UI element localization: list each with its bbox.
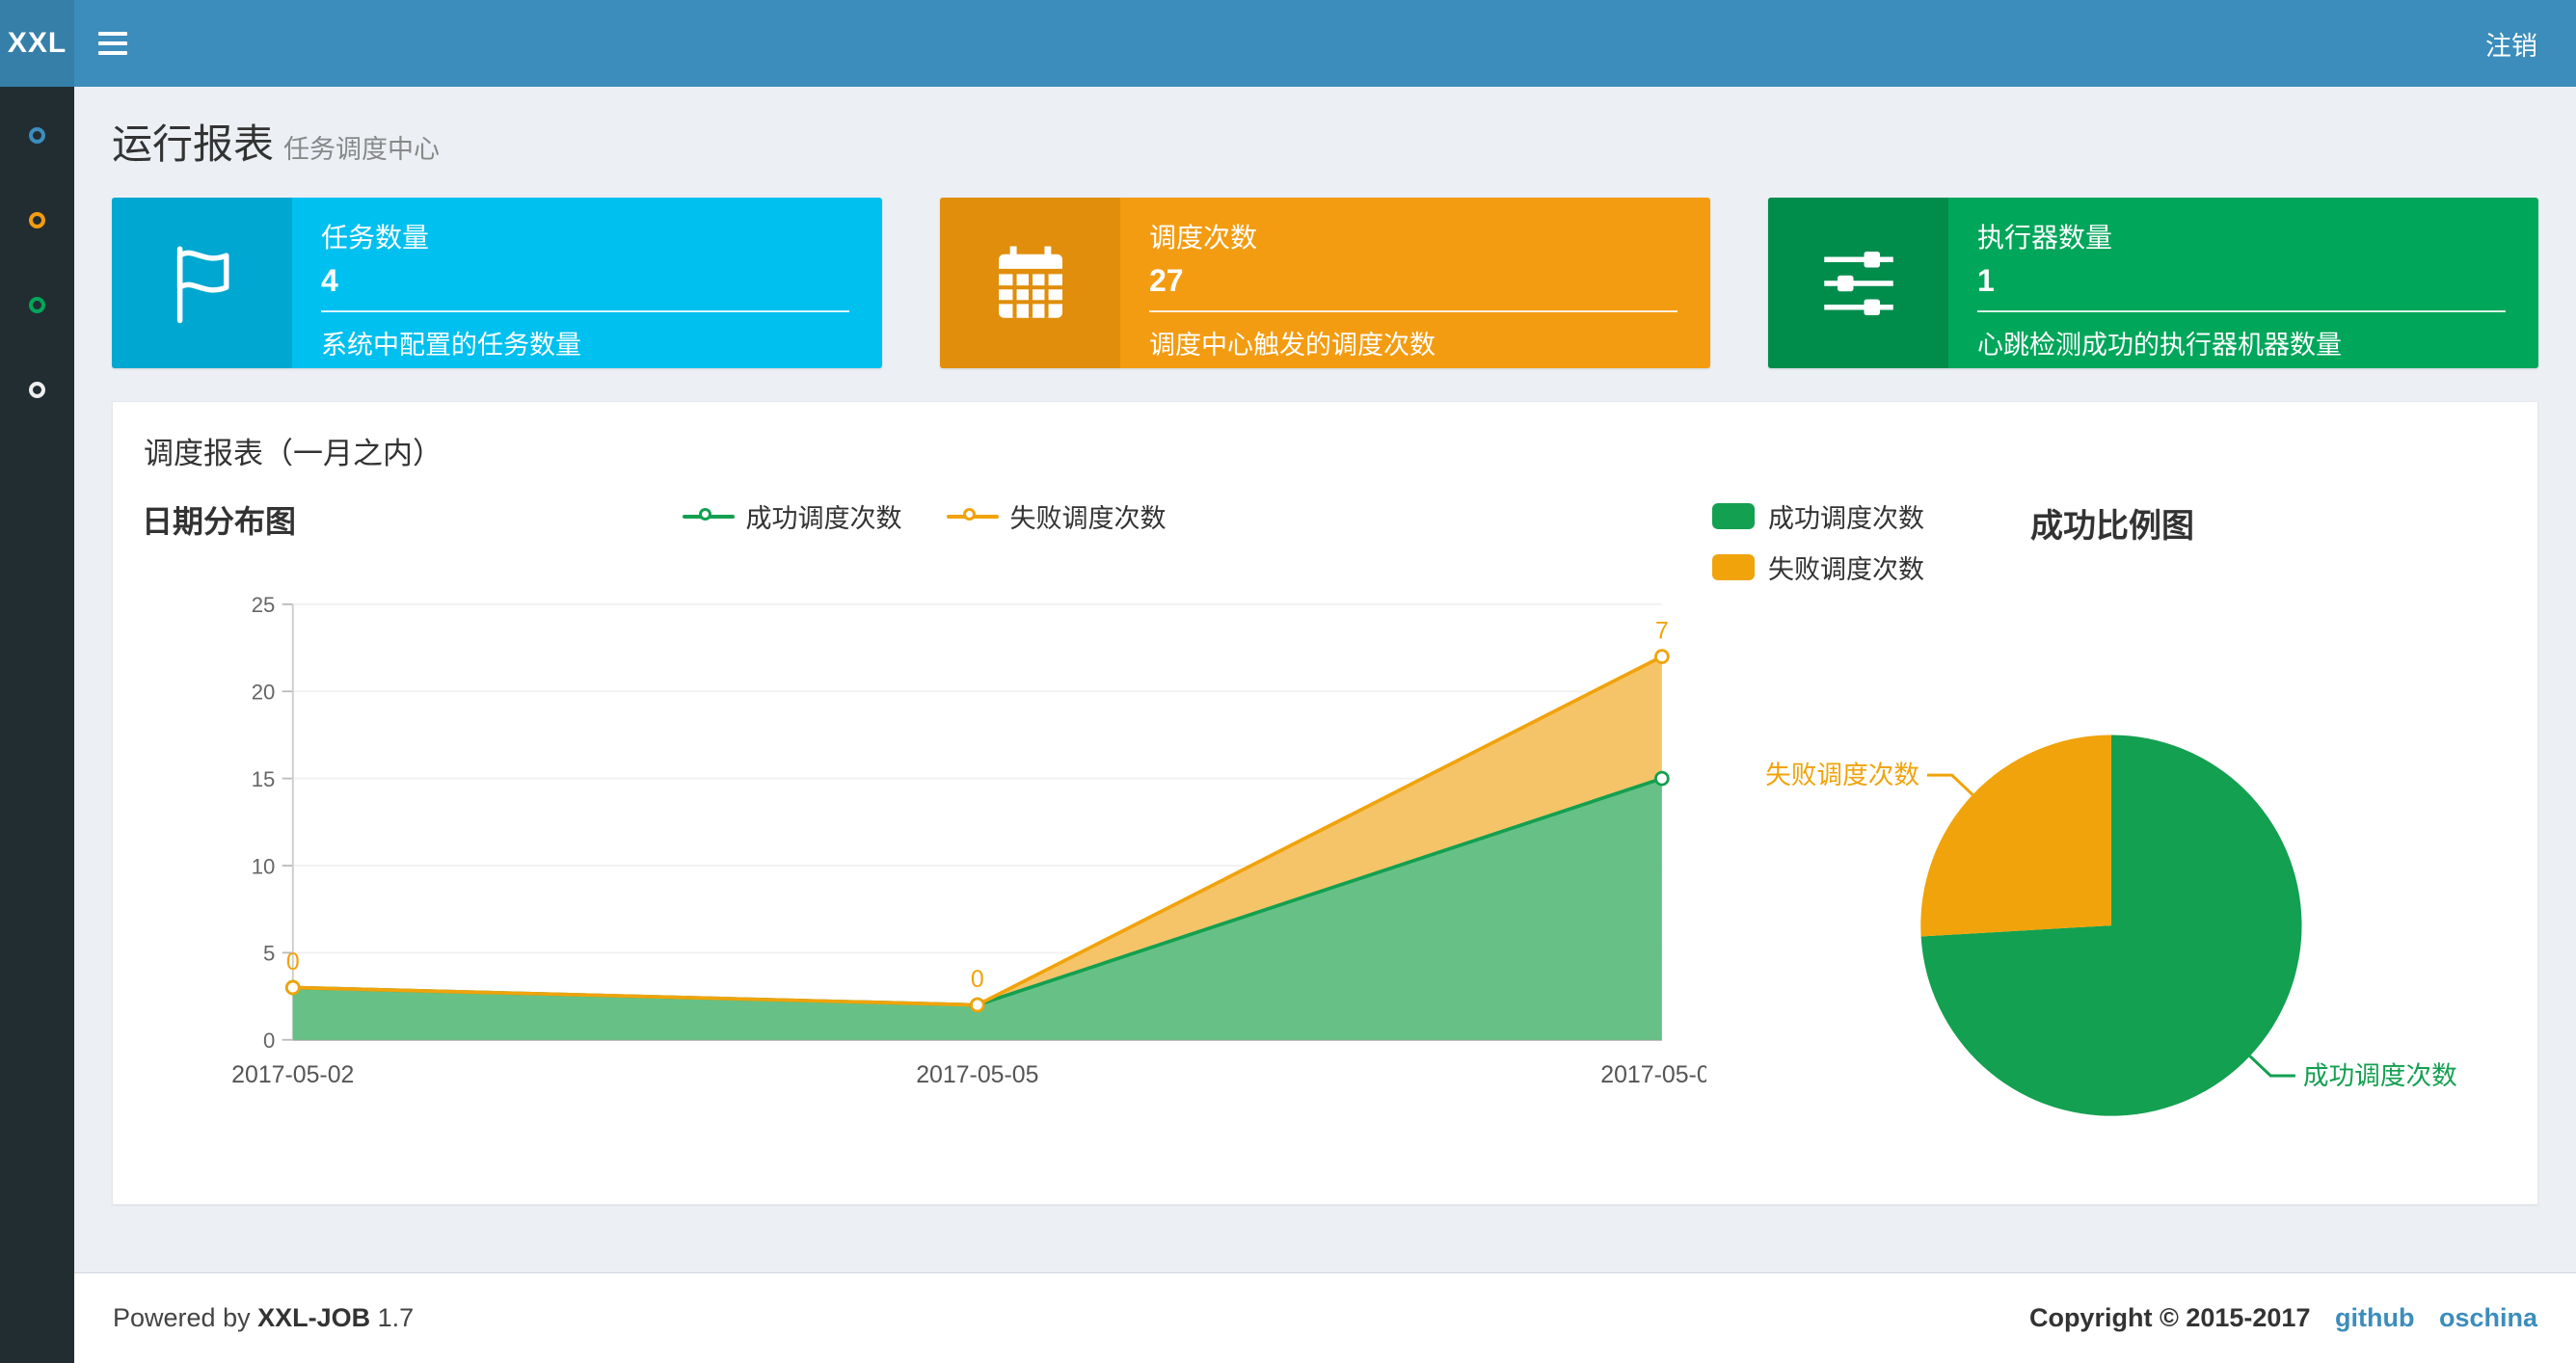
date-distribution-chart: 05101520252017-05-022017-05-052017-05-08… [231,593,1706,1088]
sidebar-toggle-button[interactable] [74,0,151,87]
info-box-executors: 执行器数量 1 心跳检测成功的执行器机器数量 [1768,198,2538,368]
pie-chart-title: 成功比例图 [2030,508,2194,545]
info-box-value: 4 [321,263,338,298]
info-box-desc: 系统中配置的任务数量 [321,331,581,360]
line-chart-legend: 成功调度次数 失败调度次数 [682,497,1167,535]
info-box-row: 任务数量 4 系统中配置的任务数量 调度次数 27 调度中心触发的调度次数 执行… [112,198,2538,368]
info-box-title: 调度次数 [1149,223,1258,253]
info-box-desc: 调度中心触发的调度次数 [1149,331,1436,360]
divider [1977,310,2506,312]
brand-name: XXL-JOB [257,1303,371,1332]
powered-by: Powered by XXL-JOB 1.7 [113,1303,415,1332]
sidebar-item-4[interactable] [0,347,74,432]
svg-text:0: 0 [263,1029,275,1053]
svg-text:15: 15 [252,767,276,791]
legend-item-fail[interactable]: 失败调度次数 [1712,548,1924,586]
app-root: XXL 注销 运行报表 任务调度中心 任务数量 4 系统中配置的任务数量 调度次… [0,0,2576,1363]
sliders-icon [1768,198,1948,368]
oschina-link[interactable]: oschina [2439,1303,2537,1332]
circle-icon [29,381,45,398]
info-box-body: 任务数量 4 系统中配置的任务数量 [292,198,882,368]
footer-right: Copyright © 2015-2017 github oschina [2029,1303,2537,1333]
sidebar-item-3[interactable] [0,262,74,347]
divider [1149,310,1677,312]
charts-row: 日期分布图 成功调度次数 失败调度次数 0 5 10 15 20 25 2017… [113,482,2537,1220]
info-box-value: 27 [1149,263,1184,298]
pie-chart-legend: 成功调度次数 失败调度次数 [1712,497,1924,586]
top-navbar: XXL 注销 [0,0,2576,87]
svg-text:10: 10 [252,854,276,878]
svg-text:2017-05-08: 2017-05-08 [1600,1061,1706,1088]
page-title: 运行报表 任务调度中心 [112,121,441,167]
legend-item-success[interactable]: 成功调度次数 [682,497,902,535]
swatch-icon [1712,503,1755,529]
pie-chart-header: 成功调度次数 失败调度次数 成功比例图 [1706,497,2509,586]
page-footer: Powered by XXL-JOB 1.7 Copyright © 2015-… [74,1272,2576,1363]
logout-link[interactable]: 注销 [2447,0,2576,87]
legend-item-success[interactable]: 成功调度次数 [1712,497,1924,535]
info-box-desc: 心跳检测成功的执行器机器数量 [1977,331,2342,360]
circle-icon [29,296,45,313]
copyright-text: Copyright © 2015-2017 [2028,1303,2311,1332]
hamburger-icon [98,32,127,55]
svg-text:0: 0 [286,949,300,975]
info-box-value: 1 [1977,263,1995,298]
content-area: 运行报表 任务调度中心 任务数量 4 系统中配置的任务数量 调度次数 27 调度… [74,87,2576,1272]
date-distribution-block: 日期分布图 成功调度次数 失败调度次数 0 5 10 15 20 25 2017… [142,492,1706,1220]
schedule-report-panel: 调度报表（一月之内） 日期分布图 成功调度次数 失败调度次数 0 5 10 15… [112,401,2538,1205]
circle-icon [29,211,45,228]
calendar-icon [940,198,1120,368]
svg-text:20: 20 [252,681,276,705]
svg-text:成功调度次数: 成功调度次数 [2303,1061,2457,1090]
page-subtitle: 任务调度中心 [283,135,441,164]
sidebar-item-1[interactable] [0,93,74,177]
legend-label: 成功调度次数 [1768,504,1924,533]
info-box-title: 执行器数量 [1977,223,2113,253]
app-logo[interactable]: XXL [0,0,74,87]
flag-icon [112,198,292,368]
sidebar [0,87,74,1363]
line-marker-icon [682,507,735,526]
page-header: 运行报表 任务调度中心 [112,112,2538,171]
info-box-title: 任务数量 [321,223,430,253]
github-link[interactable]: github [2335,1303,2414,1332]
legend-item-fail[interactable]: 失败调度次数 [946,497,1167,535]
svg-text:7: 7 [1655,618,1669,645]
info-box-body: 执行器数量 1 心跳检测成功的执行器机器数量 [1948,198,2538,368]
svg-text:25: 25 [252,593,276,617]
success-ratio-block: 成功调度次数 失败调度次数 成功比例图 成功调度次数 失败调度次数 [1706,492,2509,1220]
legend-label: 失败调度次数 [1768,555,1924,584]
svg-text:失败调度次数: 失败调度次数 [1765,761,1919,789]
panel-title: 调度报表（一月之内） [144,437,443,470]
circle-icon [29,126,45,144]
navbar-rest: 注销 [74,0,2576,87]
version: 1.7 [377,1303,415,1332]
info-box-triggers: 调度次数 27 调度中心触发的调度次数 [940,198,1710,368]
swatch-icon [1712,554,1755,580]
info-box-body: 调度次数 27 调度中心触发的调度次数 [1120,198,1710,368]
svg-text:2017-05-02: 2017-05-02 [231,1061,354,1088]
svg-text:2017-05-05: 2017-05-05 [916,1061,1038,1088]
sidebar-item-2[interactable] [0,177,74,262]
line-marker-icon [946,507,999,526]
legend-label: 成功调度次数 [745,504,902,533]
legend-label: 失败调度次数 [1009,504,1167,533]
info-box-jobs: 任务数量 4 系统中配置的任务数量 [112,198,882,368]
success-ratio-pie: 成功调度次数 失败调度次数 [1765,735,2457,1116]
svg-text:0: 0 [971,966,984,993]
divider [321,310,849,312]
svg-text:5: 5 [263,942,275,966]
